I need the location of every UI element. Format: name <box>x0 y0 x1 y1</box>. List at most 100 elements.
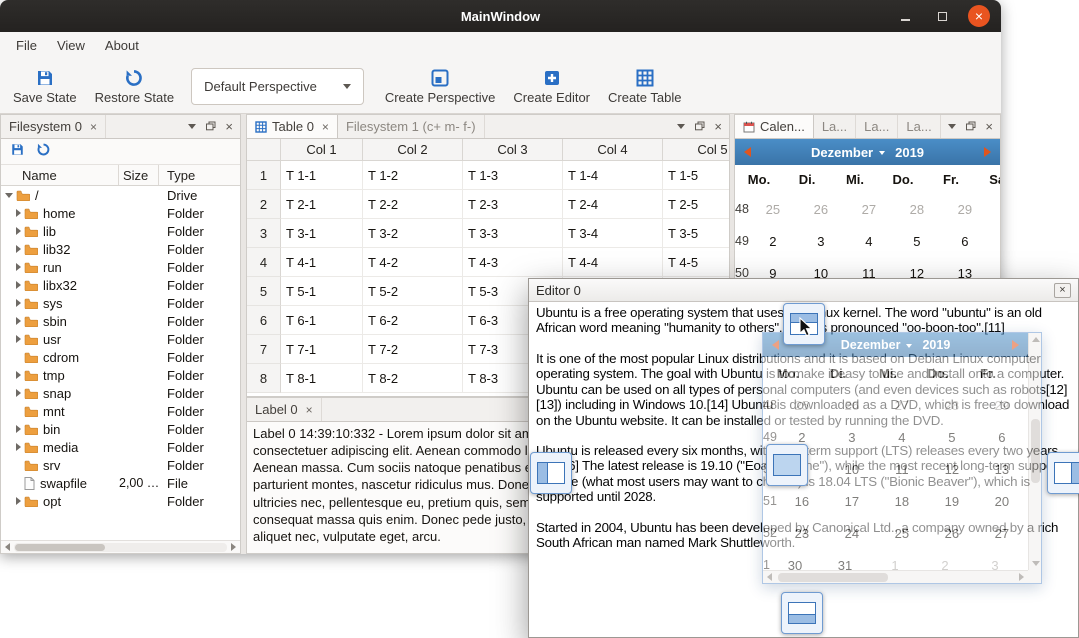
close-window-button[interactable]: × <box>968 5 990 27</box>
calendar-day[interactable]: 30 <box>770 549 820 570</box>
table-cell[interactable]: T 6-1 <box>281 306 363 335</box>
next-month-icon[interactable] <box>984 147 991 157</box>
fs-col-header[interactable]: Size <box>119 165 159 185</box>
column-header[interactable]: Col 2 <box>363 139 463 161</box>
expand-arrow-icon[interactable] <box>16 281 21 289</box>
calendar-day[interactable]: 27 <box>845 193 893 225</box>
close-icon[interactable]: × <box>306 404 313 416</box>
row-header[interactable]: 3 <box>247 219 281 248</box>
fs-col-header[interactable]: Type <box>159 165 240 185</box>
close-icon[interactable]: × <box>322 121 329 133</box>
menu-item-view[interactable]: View <box>47 35 95 56</box>
table-cell[interactable]: T 5-1 <box>281 277 363 306</box>
table-cell[interactable]: T 3-5 <box>663 219 729 248</box>
calendar-day[interactable]: 13 <box>977 453 1027 485</box>
table-cell[interactable]: T 1-5 <box>663 161 729 190</box>
float-icon[interactable] <box>694 119 705 134</box>
tab-table-0[interactable]: Table 0× <box>247 115 338 138</box>
calendar-day[interactable]: 6 <box>941 225 989 257</box>
calendar-day[interactable]: 18 <box>877 485 927 517</box>
tree-row[interactable]: runFolder <box>1 258 240 276</box>
calendar-day[interactable]: 2 <box>749 225 797 257</box>
calendar-day[interactable]: 16 <box>777 485 827 517</box>
table-cell[interactable]: T 1-4 <box>563 161 663 190</box>
menu-item-about[interactable]: About <box>95 35 149 56</box>
row-header[interactable]: 6 <box>247 306 281 335</box>
scroll-left-icon[interactable] <box>5 543 10 551</box>
tree-row[interactable]: /Drive <box>1 186 240 204</box>
calendar-day[interactable]: 5 <box>927 421 977 453</box>
expand-arrow-icon[interactable] <box>16 443 21 451</box>
expand-arrow-icon[interactable] <box>16 371 21 379</box>
row-header[interactable]: 5 <box>247 277 281 306</box>
table-cell[interactable]: T 2-2 <box>363 190 463 219</box>
dock-indicator-center[interactable] <box>766 444 808 486</box>
calendar-day[interactable]: 28 <box>927 389 977 421</box>
save-icon[interactable] <box>10 142 25 162</box>
table-cell[interactable]: T 2-4 <box>563 190 663 219</box>
prev-month-icon[interactable] <box>772 340 779 350</box>
maximize-button[interactable] <box>931 5 953 27</box>
close-icon[interactable]: × <box>225 120 233 133</box>
expand-arrow-icon[interactable] <box>16 317 21 325</box>
expand-arrow-icon[interactable] <box>16 245 21 253</box>
float-icon[interactable] <box>205 119 216 134</box>
tree-row[interactable]: snapFolder <box>1 384 240 402</box>
row-header[interactable]: 7 <box>247 335 281 364</box>
table-cell[interactable]: T 3-1 <box>281 219 363 248</box>
table-cell[interactable]: T 8-2 <box>363 364 463 393</box>
calendar-day[interactable]: 6 <box>977 421 1027 453</box>
create-perspective-button[interactable]: Create Perspective <box>376 64 505 108</box>
tree-row[interactable]: sbinFolder <box>1 312 240 330</box>
tree-row[interactable]: tmpFolder <box>1 366 240 384</box>
tab-filesystem-1-c-m-f[interactable]: Filesystem 1 (c+ m- f-) <box>338 115 485 138</box>
calendar-day[interactable]: 3 <box>970 549 1020 570</box>
table-cell[interactable]: T 4-4 <box>563 248 663 277</box>
editor-titlebar[interactable]: Editor 0 × <box>529 279 1078 302</box>
calendar-day[interactable]: 12 <box>927 453 977 485</box>
month-label[interactable]: Dezember <box>841 338 901 352</box>
table-cell[interactable]: T 1-3 <box>463 161 563 190</box>
table-cell[interactable]: T 7-2 <box>363 335 463 364</box>
tree-row[interactable]: homeFolder <box>1 204 240 222</box>
calendar-day[interactable]: 10 <box>827 453 877 485</box>
horizontal-scrollbar[interactable] <box>763 570 1028 583</box>
tab-la[interactable]: La... <box>814 115 856 138</box>
expand-arrow-icon[interactable] <box>16 227 21 235</box>
chevron-down-icon[interactable] <box>677 124 685 129</box>
restore-state-button[interactable]: Restore State <box>86 64 184 108</box>
menu-item-file[interactable]: File <box>6 35 47 56</box>
tree-row[interactable]: usrFolder <box>1 330 240 348</box>
scroll-left-icon[interactable] <box>767 573 772 581</box>
table-cell[interactable]: T 3-3 <box>463 219 563 248</box>
chevron-down-icon[interactable] <box>188 124 196 129</box>
calendar-day[interactable]: 3 <box>827 421 877 453</box>
calendar-day[interactable]: 26 <box>827 389 877 421</box>
tab-la[interactable]: La... <box>856 115 898 138</box>
dock-indicator-right[interactable] <box>1047 452 1079 494</box>
calendar-day[interactable]: 5 <box>893 225 941 257</box>
expand-arrow-icon[interactable] <box>16 299 21 307</box>
expand-arrow-icon[interactable] <box>16 389 21 397</box>
calendar-day[interactable]: 24 <box>827 517 877 549</box>
perspective-combobox[interactable]: Default Perspective <box>191 68 364 105</box>
column-header[interactable]: Col 5 <box>663 139 729 161</box>
calendar-day[interactable]: 25 <box>749 193 797 225</box>
calendar-day[interactable]: 25 <box>777 389 827 421</box>
scrollbar-handle[interactable] <box>1031 419 1040 483</box>
tab-label-0[interactable]: Label 0 × <box>247 398 322 421</box>
save-state-button[interactable]: Save State <box>4 64 86 108</box>
calendar-day[interactable]: 26 <box>797 193 845 225</box>
table-cell[interactable]: T 3-4 <box>563 219 663 248</box>
vertical-scrollbar[interactable] <box>1028 333 1041 570</box>
scroll-right-icon[interactable] <box>1019 573 1024 581</box>
row-header[interactable]: 1 <box>247 161 281 190</box>
scroll-up-icon[interactable] <box>1032 337 1040 342</box>
calendar-day[interactable]: 29 <box>977 389 1027 421</box>
calendar-day[interactable]: 29 <box>941 193 989 225</box>
table-cell[interactable]: T 5-2 <box>363 277 463 306</box>
prev-month-icon[interactable] <box>744 147 751 157</box>
tab-filesystem-0[interactable]: Filesystem 0 × <box>1 115 106 138</box>
calendar-day[interactable]: 26 <box>927 517 977 549</box>
calendar-day[interactable]: 28 <box>893 193 941 225</box>
